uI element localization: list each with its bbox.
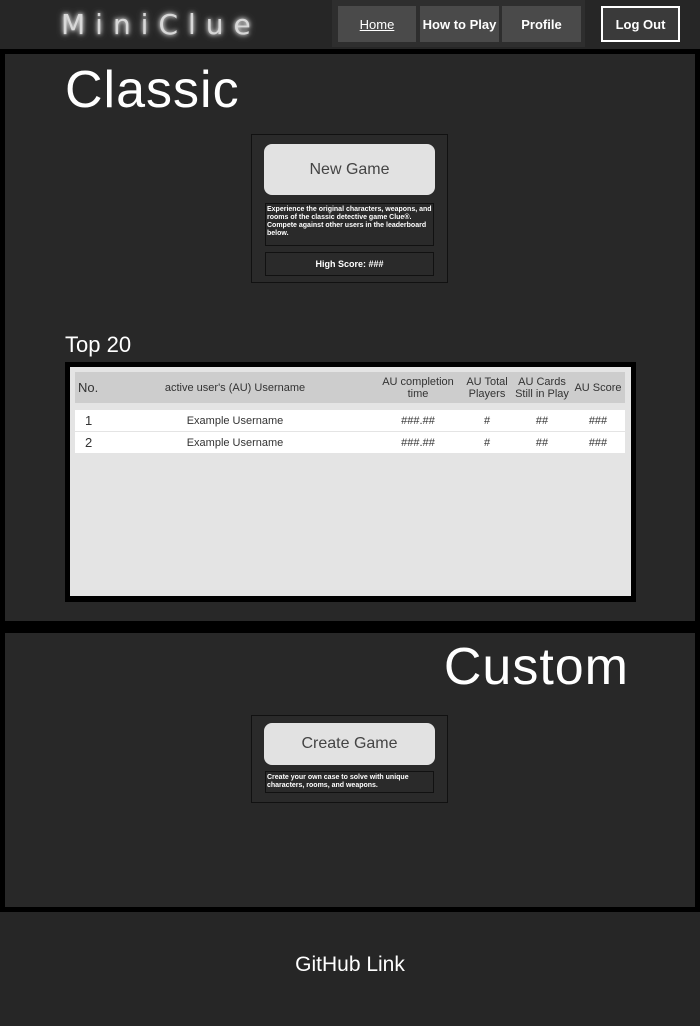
cell-completion-time: ###.## — [401, 414, 435, 427]
custom-title: Custom — [443, 638, 629, 696]
cell-no: 1 — [85, 413, 93, 428]
cell-username: Example Username — [186, 436, 284, 449]
col-header-no: No. — [78, 379, 99, 395]
github-link[interactable]: GitHub Link — [0, 953, 700, 977]
nav-how-to-play-button[interactable]: How to Play — [420, 6, 499, 42]
col-header-cards-in-play: AU Cards Still in Play — [515, 375, 569, 400]
col-header-username: active user's (AU) Username — [164, 381, 306, 394]
nav-home-button[interactable]: Home — [338, 6, 416, 42]
classic-title: Classic — [65, 61, 240, 119]
top-nav-bar: MiniClue Home How to Play Profile Log Ou… — [0, 0, 700, 49]
cell-cards-in-play: ## — [535, 436, 549, 449]
cell-total-players: # — [483, 436, 491, 449]
classic-description: Experience the original characters, weap… — [265, 203, 434, 246]
create-game-button[interactable]: Create Game — [264, 723, 435, 765]
col-header-score: AU Score — [574, 381, 622, 394]
cell-score: ### — [588, 436, 608, 449]
cell-score: ### — [588, 414, 608, 427]
cell-completion-time: ###.## — [401, 436, 435, 449]
leaderboard-frame: No. active user's (AU) Username AU compl… — [65, 362, 636, 602]
custom-description: Create your own case to solve with uniqu… — [265, 771, 434, 793]
cell-cards-in-play: ## — [535, 414, 549, 427]
leaderboard-header-row: No. active user's (AU) Username AU compl… — [75, 372, 625, 403]
custom-section: Custom Create Game Create your own case … — [5, 633, 695, 907]
cell-username: Example Username — [186, 414, 284, 427]
nav-profile-button[interactable]: Profile — [502, 6, 581, 42]
leaderboard-title: Top 20 — [65, 332, 132, 357]
new-game-button[interactable]: New Game — [264, 144, 435, 195]
logout-button[interactable]: Log Out — [601, 6, 680, 42]
classic-section: Classic New Game Experience the original… — [5, 54, 695, 621]
table-row[interactable]: 2 Example Username ###.## # ## ### — [75, 432, 625, 453]
cell-no: 2 — [85, 435, 93, 450]
high-score-display: High Score: ### — [265, 252, 434, 276]
app-logo[interactable]: MiniClue — [61, 8, 261, 42]
table-row[interactable]: 1 Example Username ###.## # ## ### — [75, 410, 625, 431]
cell-total-players: # — [483, 414, 491, 427]
classic-game-card: New Game Experience the original charact… — [251, 134, 448, 283]
leaderboard-table: No. active user's (AU) Username AU compl… — [70, 367, 631, 596]
col-header-completion-time: AU completion time — [382, 375, 454, 400]
custom-game-card: Create Game Create your own case to solv… — [251, 715, 448, 803]
footer: GitHub Link — [0, 912, 700, 1026]
col-header-total-players: AU Total Players — [466, 375, 508, 400]
